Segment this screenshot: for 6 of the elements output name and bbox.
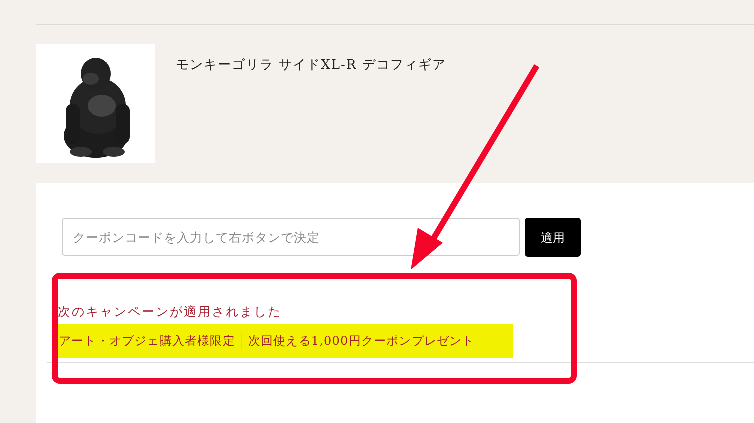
campaign-name: アート・オブジェ購入者様限定	[59, 332, 236, 350]
apply-button[interactable]: 適用	[525, 218, 581, 257]
product-name: モンキーゴリラ サイドXL-R デコフィギア	[176, 57, 446, 75]
coupon-field[interactable]: クーポンコードを入力して右ボタンで決定	[62, 218, 520, 256]
campaign-heading: 次のキャンペーンが適用されました	[57, 303, 283, 321]
campaign-benefit: 次回使える1,000円クーポンプレゼント	[241, 332, 475, 350]
